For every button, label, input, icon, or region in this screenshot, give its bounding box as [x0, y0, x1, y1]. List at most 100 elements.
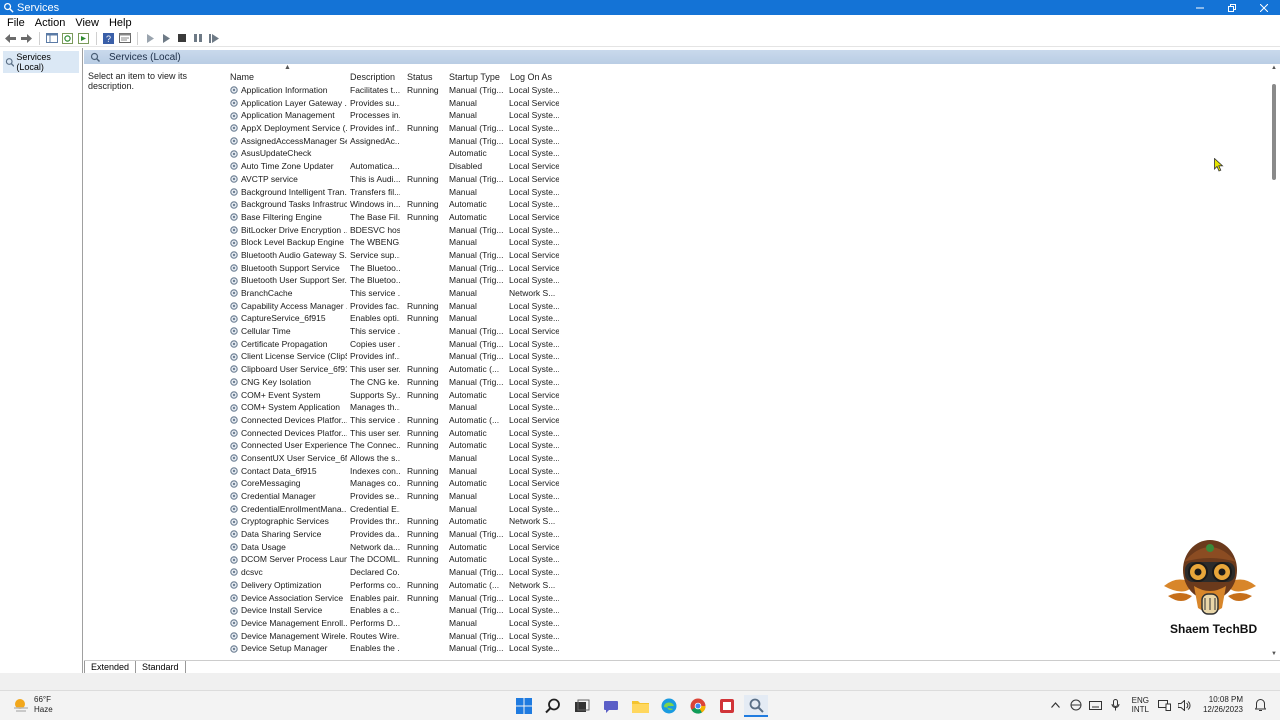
column-header-startup-type[interactable]: Startup Type	[440, 72, 500, 82]
service-row[interactable]: Background Tasks Infrastruc... Windows in…	[221, 198, 1269, 211]
pause-service-button[interactable]	[190, 31, 205, 45]
show-hidden-icons-button[interactable]	[1049, 698, 1063, 712]
service-row[interactable]: CredentialEnrollmentMana... Credential E.…	[221, 503, 1269, 516]
menu-action[interactable]: Action	[30, 17, 71, 29]
close-button[interactable]	[1248, 0, 1280, 15]
service-row[interactable]: Clipboard User Service_6f915 This user se…	[221, 363, 1269, 376]
clock[interactable]: 10:08 PM 12/26/2023	[1203, 695, 1243, 715]
stop-service-button[interactable]	[174, 31, 189, 45]
service-row[interactable]: Bluetooth Support Service The Bluetoo... M…	[221, 262, 1269, 275]
service-row[interactable]: Device Association Service Enables pair..…	[221, 592, 1269, 605]
service-row[interactable]: Device Setup Manager Enables the ... Manua…	[221, 642, 1269, 655]
restart-service-button[interactable]	[206, 31, 221, 45]
tab-standard[interactable]: Standard	[136, 661, 186, 673]
chrome-button[interactable]	[686, 695, 710, 717]
maximize-button[interactable]	[1216, 0, 1248, 15]
service-row[interactable]: Contact Data_6f915 Indexes con... Running M…	[221, 465, 1269, 478]
minimize-button[interactable]	[1184, 0, 1216, 15]
refresh-button[interactable]	[60, 31, 75, 45]
column-header-description[interactable]: Description	[341, 72, 395, 82]
volume-icon[interactable]	[1178, 698, 1192, 712]
edge-button[interactable]	[657, 695, 681, 717]
help-button[interactable]: ?	[101, 31, 116, 45]
start-service-button[interactable]	[142, 31, 157, 45]
service-row[interactable]: dcsvc Declared Co... Manual (Trig... Local …	[221, 566, 1269, 579]
scroll-thumb[interactable]	[1272, 84, 1276, 180]
search-button[interactable]	[541, 695, 565, 717]
service-row[interactable]: Cellular Time This service ... Manual (Tri…	[221, 325, 1269, 338]
scroll-up-icon[interactable]: ▲	[1270, 64, 1278, 72]
service-row[interactable]: Background Intelligent Tran... Transfers …	[221, 186, 1269, 199]
scroll-down-icon[interactable]: ▼	[1270, 650, 1278, 658]
keyboard-tray-icon[interactable]	[1089, 698, 1103, 712]
service-gear-icon	[230, 429, 238, 437]
chat-button[interactable]	[599, 695, 623, 717]
service-row[interactable]: Bluetooth User Support Ser... The Bluetoo…	[221, 274, 1269, 287]
service-row[interactable]: Bluetooth Audio Gateway S... Service sup.…	[221, 249, 1269, 262]
file-explorer-button[interactable]	[628, 695, 652, 717]
start-button[interactable]	[512, 695, 536, 717]
vertical-scrollbar[interactable]: ▲ ▼	[1270, 64, 1278, 658]
menu-help[interactable]: Help	[104, 17, 137, 29]
tray-app-icon[interactable]	[1069, 698, 1083, 712]
service-log-on-as: Local Service	[509, 173, 559, 184]
service-row[interactable]: Device Install Service Enables a c... Manu…	[221, 604, 1269, 617]
forward-button[interactable]	[19, 31, 34, 45]
service-row[interactable]: CaptureService_6f915 Enables opti... Runni…	[221, 312, 1269, 325]
service-row[interactable]: CNG Key Isolation The CNG ke... Running Man…	[221, 376, 1269, 389]
service-row[interactable]: Base Filtering Engine The Base Fil... Runn…	[221, 211, 1269, 224]
column-header-name[interactable]: Name	[221, 72, 254, 82]
service-row[interactable]: Connected Devices Platfor... This user se…	[221, 427, 1269, 440]
service-row[interactable]: Certificate Propagation Copies user ... Ma…	[221, 338, 1269, 351]
menu-view[interactable]: View	[70, 17, 104, 29]
service-row[interactable]: Credential Manager Provides se... Running M…	[221, 490, 1269, 503]
back-button[interactable]	[3, 31, 18, 45]
service-row[interactable]: Connected User Experience... The Connec..…	[221, 439, 1269, 452]
service-row[interactable]: Application Layer Gateway ... Provides su…	[221, 97, 1269, 110]
service-row[interactable]: ConsentUX User Service_6f9...Allows the …	[221, 452, 1269, 465]
service-row[interactable]: AssignedAccessManager Se... AssignedAc...…	[221, 135, 1269, 148]
column-header-log-on-as[interactable]: Log On As	[501, 72, 552, 82]
service-row[interactable]: AsusUpdateCheck Automatic Local Syste...	[221, 147, 1269, 160]
start-service-2-button[interactable]	[158, 31, 173, 45]
weather-widget[interactable]: 66°F Haze	[12, 695, 53, 715]
service-row[interactable]: BitLocker Drive Encryption ... BDESVC hos…	[221, 224, 1269, 237]
service-row[interactable]: Connected Devices Platfor... This service…	[221, 414, 1269, 427]
service-row[interactable]: Auto Time Zone Updater Automatica... Disab…	[221, 160, 1269, 173]
service-row[interactable]: Cryptographic Services Provides thr... Run…	[221, 515, 1269, 528]
services-taskbar-button[interactable]	[744, 695, 768, 717]
service-row[interactable]: Device Management Enroll... Performs D...…	[221, 617, 1269, 630]
task-view-button[interactable]	[570, 695, 594, 717]
tab-extended[interactable]: Extended	[84, 661, 137, 673]
tree-node-services-local[interactable]: Services (Local)	[3, 51, 79, 73]
service-row[interactable]: COM+ Event System Supports Sy... Running Au…	[221, 389, 1269, 402]
service-description: Credential E...	[350, 503, 400, 514]
service-row[interactable]: Block Level Backup Engine ...The WBENG..…	[221, 236, 1269, 249]
service-row[interactable]: Data Usage Network da... Running Automatic L…	[221, 541, 1269, 554]
notifications-button[interactable]	[1253, 698, 1267, 712]
menu-file[interactable]: File	[2, 17, 30, 29]
service-row[interactable]: AVCTP service This is Audi... Running Manua…	[221, 173, 1269, 186]
properties-button[interactable]	[117, 31, 132, 45]
service-row[interactable]: Application Information Facilitates t... R…	[221, 84, 1269, 97]
export-list-button[interactable]	[76, 31, 91, 45]
service-row[interactable]: Device Management Wirele... Routes Wire..…	[221, 630, 1269, 643]
show-hide-console-tree-button[interactable]	[44, 31, 59, 45]
service-name: AppX Deployment Service (...	[241, 123, 347, 134]
network-status-icon[interactable]	[1158, 698, 1172, 712]
service-row[interactable]: COM+ System Application Manages th... Manu…	[221, 401, 1269, 414]
column-header-status[interactable]: Status	[398, 72, 433, 82]
service-row[interactable]: BranchCache This service ... Manual Network…	[221, 287, 1269, 300]
microphone-tray-icon[interactable]	[1109, 698, 1123, 712]
service-row[interactable]: DCOM Server Process Laun... The DCOML... R…	[221, 553, 1269, 566]
service-row[interactable]: AppX Deployment Service (... Provides inf…	[221, 122, 1269, 135]
input-language-indicator[interactable]: ENG INTL	[1132, 696, 1149, 714]
service-row[interactable]: Application Management Processes in... Man…	[221, 109, 1269, 122]
services-list[interactable]: ▲ Name Description Status Startup Type L…	[221, 64, 1269, 658]
service-row[interactable]: CoreMessaging Manages co... Running Automat…	[221, 477, 1269, 490]
snipping-tool-button[interactable]	[715, 695, 739, 717]
service-row[interactable]: Client License Service (ClipS... Provides…	[221, 350, 1269, 363]
service-row[interactable]: Data Sharing Service Provides da... Runnin…	[221, 528, 1269, 541]
service-row[interactable]: Capability Access Manager ... Provides fa…	[221, 300, 1269, 313]
service-row[interactable]: Delivery Optimization Performs co... Runni…	[221, 579, 1269, 592]
